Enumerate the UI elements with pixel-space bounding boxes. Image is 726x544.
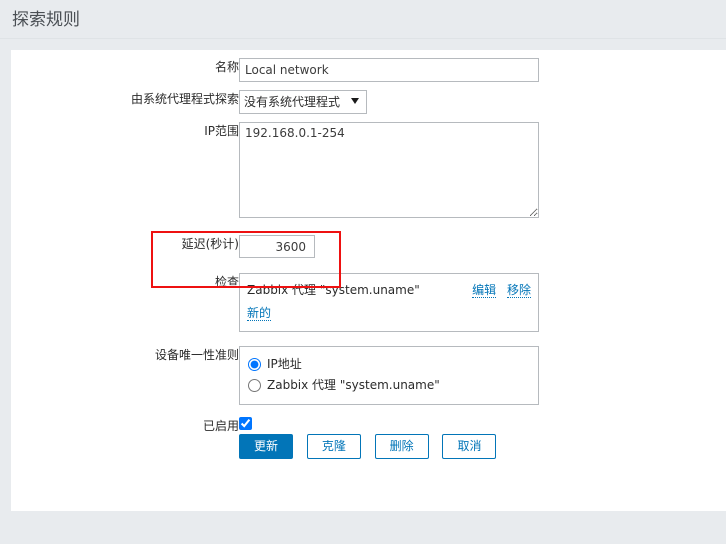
uniqueness-radio-agent[interactable] xyxy=(248,379,261,392)
check-item-name: Zabbix 代理 "system.uname" xyxy=(247,283,420,297)
checks-box: Zabbix 代理 "system.uname" 编辑 移除 新的 xyxy=(239,273,539,332)
proxy-select[interactable]: 没有系统代理程式 xyxy=(239,90,367,114)
form-row-ip-range: IP范围 192.168.0.1-254 xyxy=(11,122,539,221)
delay-label: 延迟(秒计) xyxy=(181,237,239,251)
ip-range-field-cell: 192.168.0.1-254 xyxy=(239,122,539,221)
enabled-checkbox[interactable] xyxy=(239,417,252,430)
form-buttons: 更新 克隆 删除 取消 xyxy=(239,434,539,459)
row-spacer xyxy=(11,82,539,90)
form-row-delay: 延迟(秒计) xyxy=(11,235,539,258)
check-item-row: Zabbix 代理 "system.uname" 编辑 移除 xyxy=(247,280,531,300)
check-new-row: 新的 xyxy=(247,300,531,324)
row-spacer xyxy=(11,405,539,417)
name-input[interactable] xyxy=(239,58,539,82)
ip-range-textarea[interactable]: 192.168.0.1-254 xyxy=(239,122,539,218)
uniqueness-label: 设备唯一性准则 xyxy=(154,348,239,362)
check-remove-link[interactable]: 移除 xyxy=(506,283,531,298)
row-spacer xyxy=(11,114,539,122)
checks-field-cell: Zabbix 代理 "system.uname" 编辑 移除 新的 xyxy=(239,273,539,332)
delay-field-cell xyxy=(239,235,539,258)
uniqueness-option-ip-label[interactable]: IP地址 xyxy=(267,354,302,375)
proxy-field-cell: 没有系统代理程式 xyxy=(239,90,539,114)
uniqueness-box: IP地址 Zabbix 代理 "system.uname" xyxy=(239,346,539,405)
form-row-name: 名称 xyxy=(11,58,539,82)
enabled-field-cell xyxy=(239,417,539,434)
ip-range-label: IP范围 xyxy=(204,124,239,138)
check-edit-link[interactable]: 编辑 xyxy=(472,283,497,298)
check-new-link[interactable]: 新的 xyxy=(247,306,272,321)
name-field-cell xyxy=(239,58,539,82)
update-button[interactable]: 更新 xyxy=(239,434,293,459)
form-row-checks: 检查 Zabbix 代理 "system.uname" 编辑 移除 新的 xyxy=(11,273,539,332)
clone-button[interactable]: 克隆 xyxy=(306,434,361,459)
uniqueness-option-agent-label[interactable]: Zabbix 代理 "system.uname" xyxy=(267,375,440,396)
content-area: 名称 由系统代理程式探索 没有系统代理程式 xyxy=(0,39,726,544)
form-row-uniqueness: 设备唯一性准则 IP地址 Zabbix 代理 "system.uname" xyxy=(11,346,539,405)
discovery-rule-form-panel: 名称 由系统代理程式探索 没有系统代理程式 xyxy=(11,50,726,511)
uniqueness-radio-ip[interactable] xyxy=(248,358,261,371)
proxy-select-wrapper: 没有系统代理程式 xyxy=(239,90,367,114)
uniqueness-option-agent[interactable]: Zabbix 代理 "system.uname" xyxy=(248,375,530,396)
delay-input[interactable] xyxy=(239,235,315,258)
cancel-button[interactable]: 取消 xyxy=(442,434,497,459)
page-header: 探索规则 xyxy=(0,0,726,39)
enabled-label: 已启用 xyxy=(202,419,239,433)
uniqueness-field-cell: IP地址 Zabbix 代理 "system.uname" xyxy=(239,346,539,405)
row-spacer xyxy=(11,221,539,235)
name-label: 名称 xyxy=(214,60,239,74)
proxy-label: 由系统代理程式探索 xyxy=(130,92,239,106)
uniqueness-option-ip[interactable]: IP地址 xyxy=(248,354,530,375)
row-spacer xyxy=(11,258,539,273)
delete-button[interactable]: 删除 xyxy=(374,434,429,459)
buttons-label-spacer xyxy=(11,434,239,459)
form-row-enabled: 已启用 xyxy=(11,417,539,434)
form-row-proxy: 由系统代理程式探索 没有系统代理程式 xyxy=(11,90,539,114)
page-title: 探索规则 xyxy=(12,10,80,30)
form-row-buttons: 更新 克隆 删除 取消 xyxy=(11,434,539,459)
checks-label: 检查 xyxy=(214,275,239,289)
discovery-rule-form: 名称 由系统代理程式探索 没有系统代理程式 xyxy=(11,58,539,459)
check-item-actions: 编辑 移除 xyxy=(465,280,531,300)
row-spacer xyxy=(11,332,539,346)
